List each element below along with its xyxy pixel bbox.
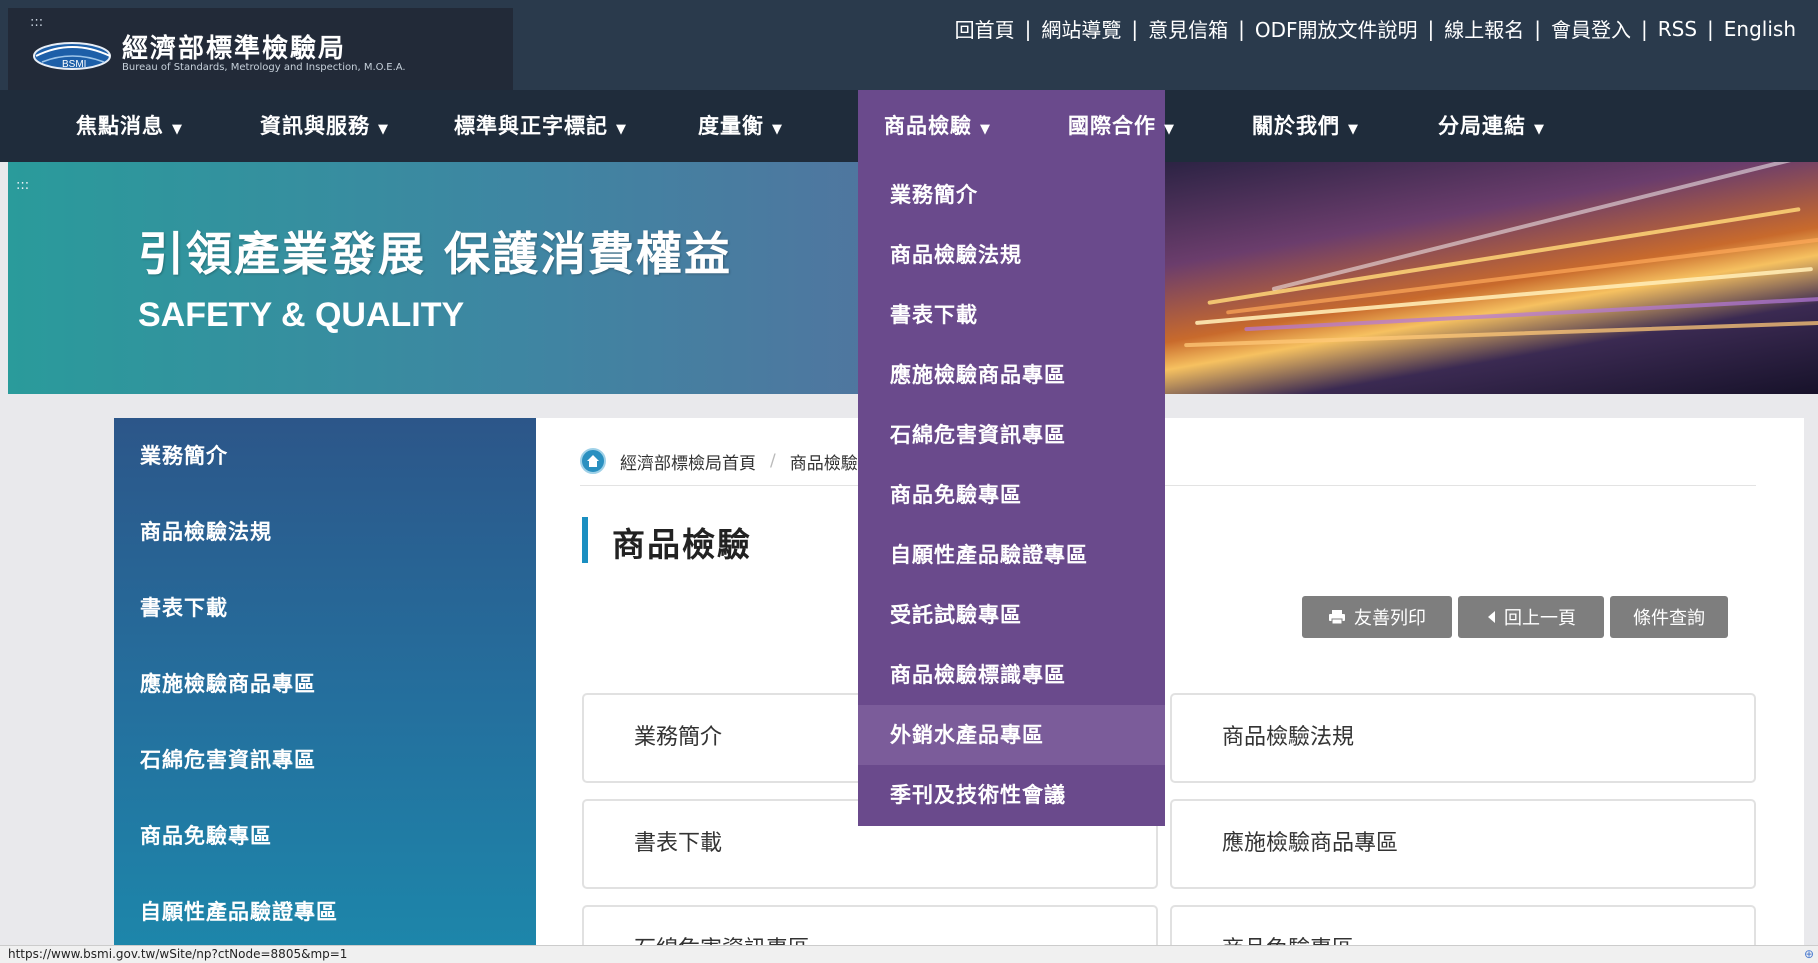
- top-link-separator: |: [1427, 16, 1435, 41]
- query-button[interactable]: 條件查詢: [1610, 596, 1728, 638]
- main-navigation: 焦點消息 ▼ 資訊與服務 ▼ 標準與正字標記 ▼ 度量衡 ▼ 商品檢驗 ▼ 國際合作 ▼ 關…: [0, 90, 1818, 162]
- status-url: https://www.bsmi.gov.tw/wSite/np?ctNode=…: [8, 947, 348, 961]
- nav-item-inspection[interactable]: 商品檢驗 ▼: [884, 90, 991, 162]
- dropdown-item-voluntary-cert[interactable]: 自願性產品驗證專區: [858, 525, 1165, 585]
- dropdown-item-exemption[interactable]: 商品免驗專區: [858, 465, 1165, 525]
- card-label: 應施檢驗商品專區: [1222, 831, 1399, 856]
- dropdown-item-inspected-products[interactable]: 應施檢驗商品專區: [858, 345, 1165, 405]
- browser-status-bar: https://www.bsmi.gov.tw/wSite/np?ctNode=…: [0, 945, 1818, 963]
- title-accent-bar: [582, 517, 588, 563]
- logo-badge-text: BSMI: [62, 59, 86, 70]
- top-link-rss[interactable]: RSS: [1658, 17, 1697, 41]
- caret-down-icon: ▼: [1348, 122, 1359, 137]
- dropdown-item-regulations[interactable]: 商品檢驗法規: [858, 225, 1165, 285]
- sidebar-item-forms[interactable]: 書表下載: [140, 592, 228, 622]
- nav-label: 關於我們: [1252, 114, 1340, 138]
- nav-item-news[interactable]: 焦點消息 ▼: [76, 90, 183, 162]
- top-link-english[interactable]: English: [1724, 17, 1796, 41]
- breadcrumb-divider: [580, 485, 1756, 486]
- nav-label: 資訊與服務: [260, 114, 370, 138]
- top-link-separator: |: [1707, 16, 1714, 41]
- caret-down-icon: ▼: [1164, 122, 1175, 137]
- sidebar-item-voluntary-cert[interactable]: 自願性產品驗證專區: [140, 896, 338, 926]
- top-link-separator: |: [1534, 16, 1541, 41]
- dropdown-item-commissioned-testing[interactable]: 受託試驗專區: [858, 585, 1165, 645]
- dropdown-item-inspection-mark[interactable]: 商品檢驗標識專區: [858, 645, 1165, 705]
- sidebar-item-regulations[interactable]: 商品檢驗法規: [140, 516, 272, 546]
- site-header: ::: BSMI 經濟部標準檢驗局 Bureau of Standards, M…: [0, 0, 1818, 90]
- caret-down-icon: ▼: [616, 122, 627, 137]
- back-button[interactable]: 回上一頁: [1458, 596, 1604, 638]
- dropdown-item-export-aquatic[interactable]: 外銷水產品專區: [858, 705, 1165, 765]
- nav-item-about[interactable]: 關於我們 ▼: [1252, 90, 1359, 162]
- banner-photo: [1164, 162, 1818, 394]
- caret-down-icon: ▼: [980, 122, 991, 137]
- sidebar-item-asbestos[interactable]: 石綿危害資訊專區: [140, 744, 316, 774]
- nav-item-standards[interactable]: 標準與正字標記 ▼: [454, 90, 627, 162]
- breadcrumb-separator: /: [770, 451, 776, 471]
- caret-down-icon: ▼: [1534, 122, 1545, 137]
- top-link-registration[interactable]: 線上報名: [1444, 14, 1524, 43]
- dropdown-item-asbestos[interactable]: 石綿危害資訊專區: [858, 405, 1165, 465]
- zoom-icon[interactable]: ⊕: [1804, 947, 1814, 961]
- nav-label: 國際合作: [1068, 114, 1156, 138]
- bsmi-logo-icon: BSMI: [33, 42, 111, 70]
- dropdown-item-quarterly-meetings[interactable]: 季刊及技術性會議: [858, 765, 1165, 825]
- sidebar-menu: 業務簡介 商品檢驗法規 書表下載 應施檢驗商品專區 石綿危害資訊專區 商品免驗專…: [114, 418, 536, 946]
- top-link-home[interactable]: 回首頁: [955, 14, 1015, 43]
- sidebar-item-overview[interactable]: 業務簡介: [140, 440, 228, 470]
- page-title: 商品檢驗: [612, 525, 752, 564]
- utility-links: 回首頁 | 網站導覽 | 意見信箱 | ODF開放文件說明 | 線上報名 | 會…: [955, 14, 1796, 43]
- caret-left-icon: [1488, 611, 1495, 623]
- nav-label: 焦點消息: [76, 114, 164, 138]
- top-link-separator: |: [1640, 16, 1648, 41]
- print-button[interactable]: 友善列印: [1302, 596, 1452, 638]
- card-inspected-products[interactable]: 應施檢驗商品專區: [1170, 799, 1756, 889]
- card-regulations[interactable]: 商品檢驗法規: [1170, 693, 1756, 783]
- accesskey-center[interactable]: :::: [16, 178, 29, 193]
- top-link-login[interactable]: 會員登入: [1551, 14, 1631, 43]
- site-logo[interactable]: ::: BSMI 經濟部標準檢驗局 Bureau of Standards, M…: [8, 8, 513, 90]
- query-label: 條件查詢: [1633, 608, 1705, 629]
- nav-label: 度量衡: [698, 114, 764, 138]
- breadcrumb-current[interactable]: 商品檢驗: [790, 449, 858, 474]
- breadcrumb-home[interactable]: 經濟部標檢局首頁: [620, 449, 756, 474]
- logo-title-zh: 經濟部標準檢驗局: [122, 34, 347, 64]
- dropdown-item-forms[interactable]: 書表下載: [858, 285, 1165, 345]
- nav-label: 標準與正字標記: [454, 114, 608, 138]
- sidebar-item-inspected-products[interactable]: 應施檢驗商品專區: [140, 668, 316, 698]
- printer-icon: [1329, 610, 1345, 625]
- nav-item-metrology[interactable]: 度量衡 ▼: [698, 90, 783, 162]
- print-label: 友善列印: [1354, 608, 1426, 629]
- top-link-separator: |: [1024, 16, 1032, 41]
- dropdown-item-overview[interactable]: 業務簡介: [858, 165, 1165, 225]
- banner-subtitle: SAFETY & QUALITY: [138, 296, 465, 334]
- accesskey-top[interactable]: :::: [30, 16, 43, 29]
- banner-title: 引領產業發展 保護消費權益: [138, 227, 733, 281]
- breadcrumb: 經濟部標檢局首頁 / 商品檢驗: [580, 448, 858, 474]
- nav-label: 分局連結: [1438, 114, 1526, 138]
- nav-item-branches[interactable]: 分局連結 ▼: [1438, 90, 1545, 162]
- sidebar-item-exemption[interactable]: 商品免驗專區: [140, 820, 272, 850]
- inspection-dropdown-menu: 業務簡介 商品檢驗法規 書表下載 應施檢驗商品專區 石綿危害資訊專區 商品免驗專…: [858, 162, 1165, 826]
- nav-item-services[interactable]: 資訊與服務 ▼: [260, 90, 389, 162]
- nav-item-international[interactable]: 國際合作 ▼: [1068, 90, 1175, 162]
- top-link-sitemap[interactable]: 網站導覽: [1041, 14, 1121, 43]
- caret-down-icon: ▼: [378, 122, 389, 137]
- back-label: 回上一頁: [1504, 608, 1576, 629]
- logo-title-en: Bureau of Standards, Metrology and Inspe…: [122, 62, 406, 73]
- caret-down-icon: ▼: [172, 122, 183, 137]
- card-label: 商品檢驗法規: [1222, 725, 1355, 750]
- card-label: 書表下載: [634, 831, 723, 856]
- caret-down-icon: ▼: [772, 122, 783, 137]
- top-link-mailbox[interactable]: 意見信箱: [1148, 14, 1228, 43]
- top-link-separator: |: [1131, 16, 1139, 41]
- top-link-separator: |: [1238, 16, 1245, 41]
- home-icon[interactable]: [580, 448, 606, 474]
- top-link-odf[interactable]: ODF開放文件說明: [1255, 14, 1418, 43]
- nav-label: 商品檢驗: [884, 114, 972, 138]
- card-label: 業務簡介: [634, 725, 723, 750]
